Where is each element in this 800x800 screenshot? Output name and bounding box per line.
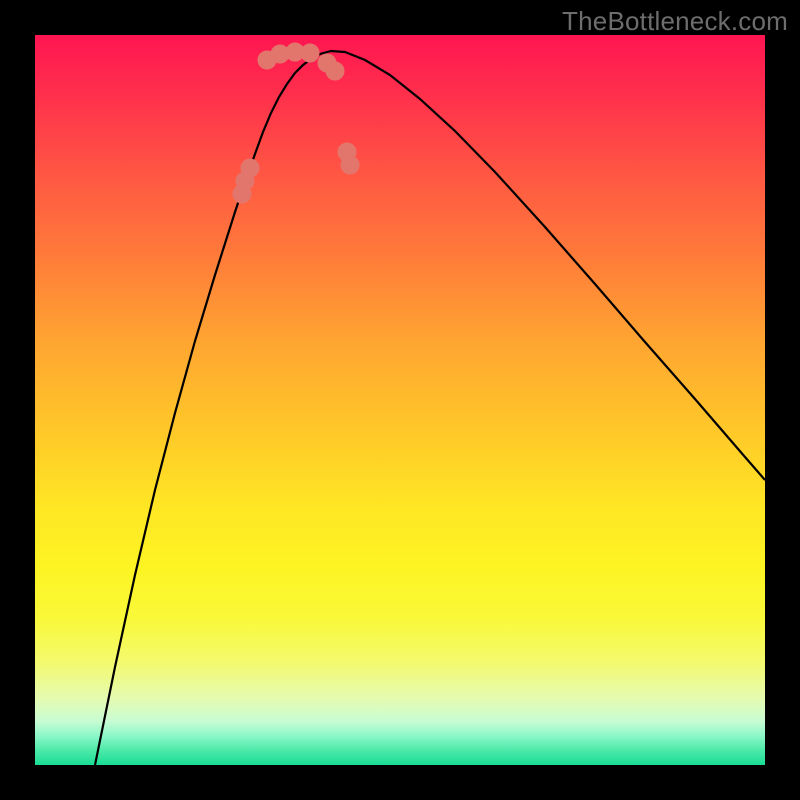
marker-dot (241, 159, 259, 177)
watermark-text: TheBottleneck.com (562, 6, 788, 37)
chart-svg (35, 35, 765, 765)
chart-frame: TheBottleneck.com (0, 0, 800, 800)
marker-dot (326, 62, 344, 80)
bottleneck-curve (95, 51, 765, 765)
marker-dot (301, 44, 319, 62)
marker-dot (341, 156, 359, 174)
highlighted-points (233, 43, 359, 203)
plot-area (35, 35, 765, 765)
